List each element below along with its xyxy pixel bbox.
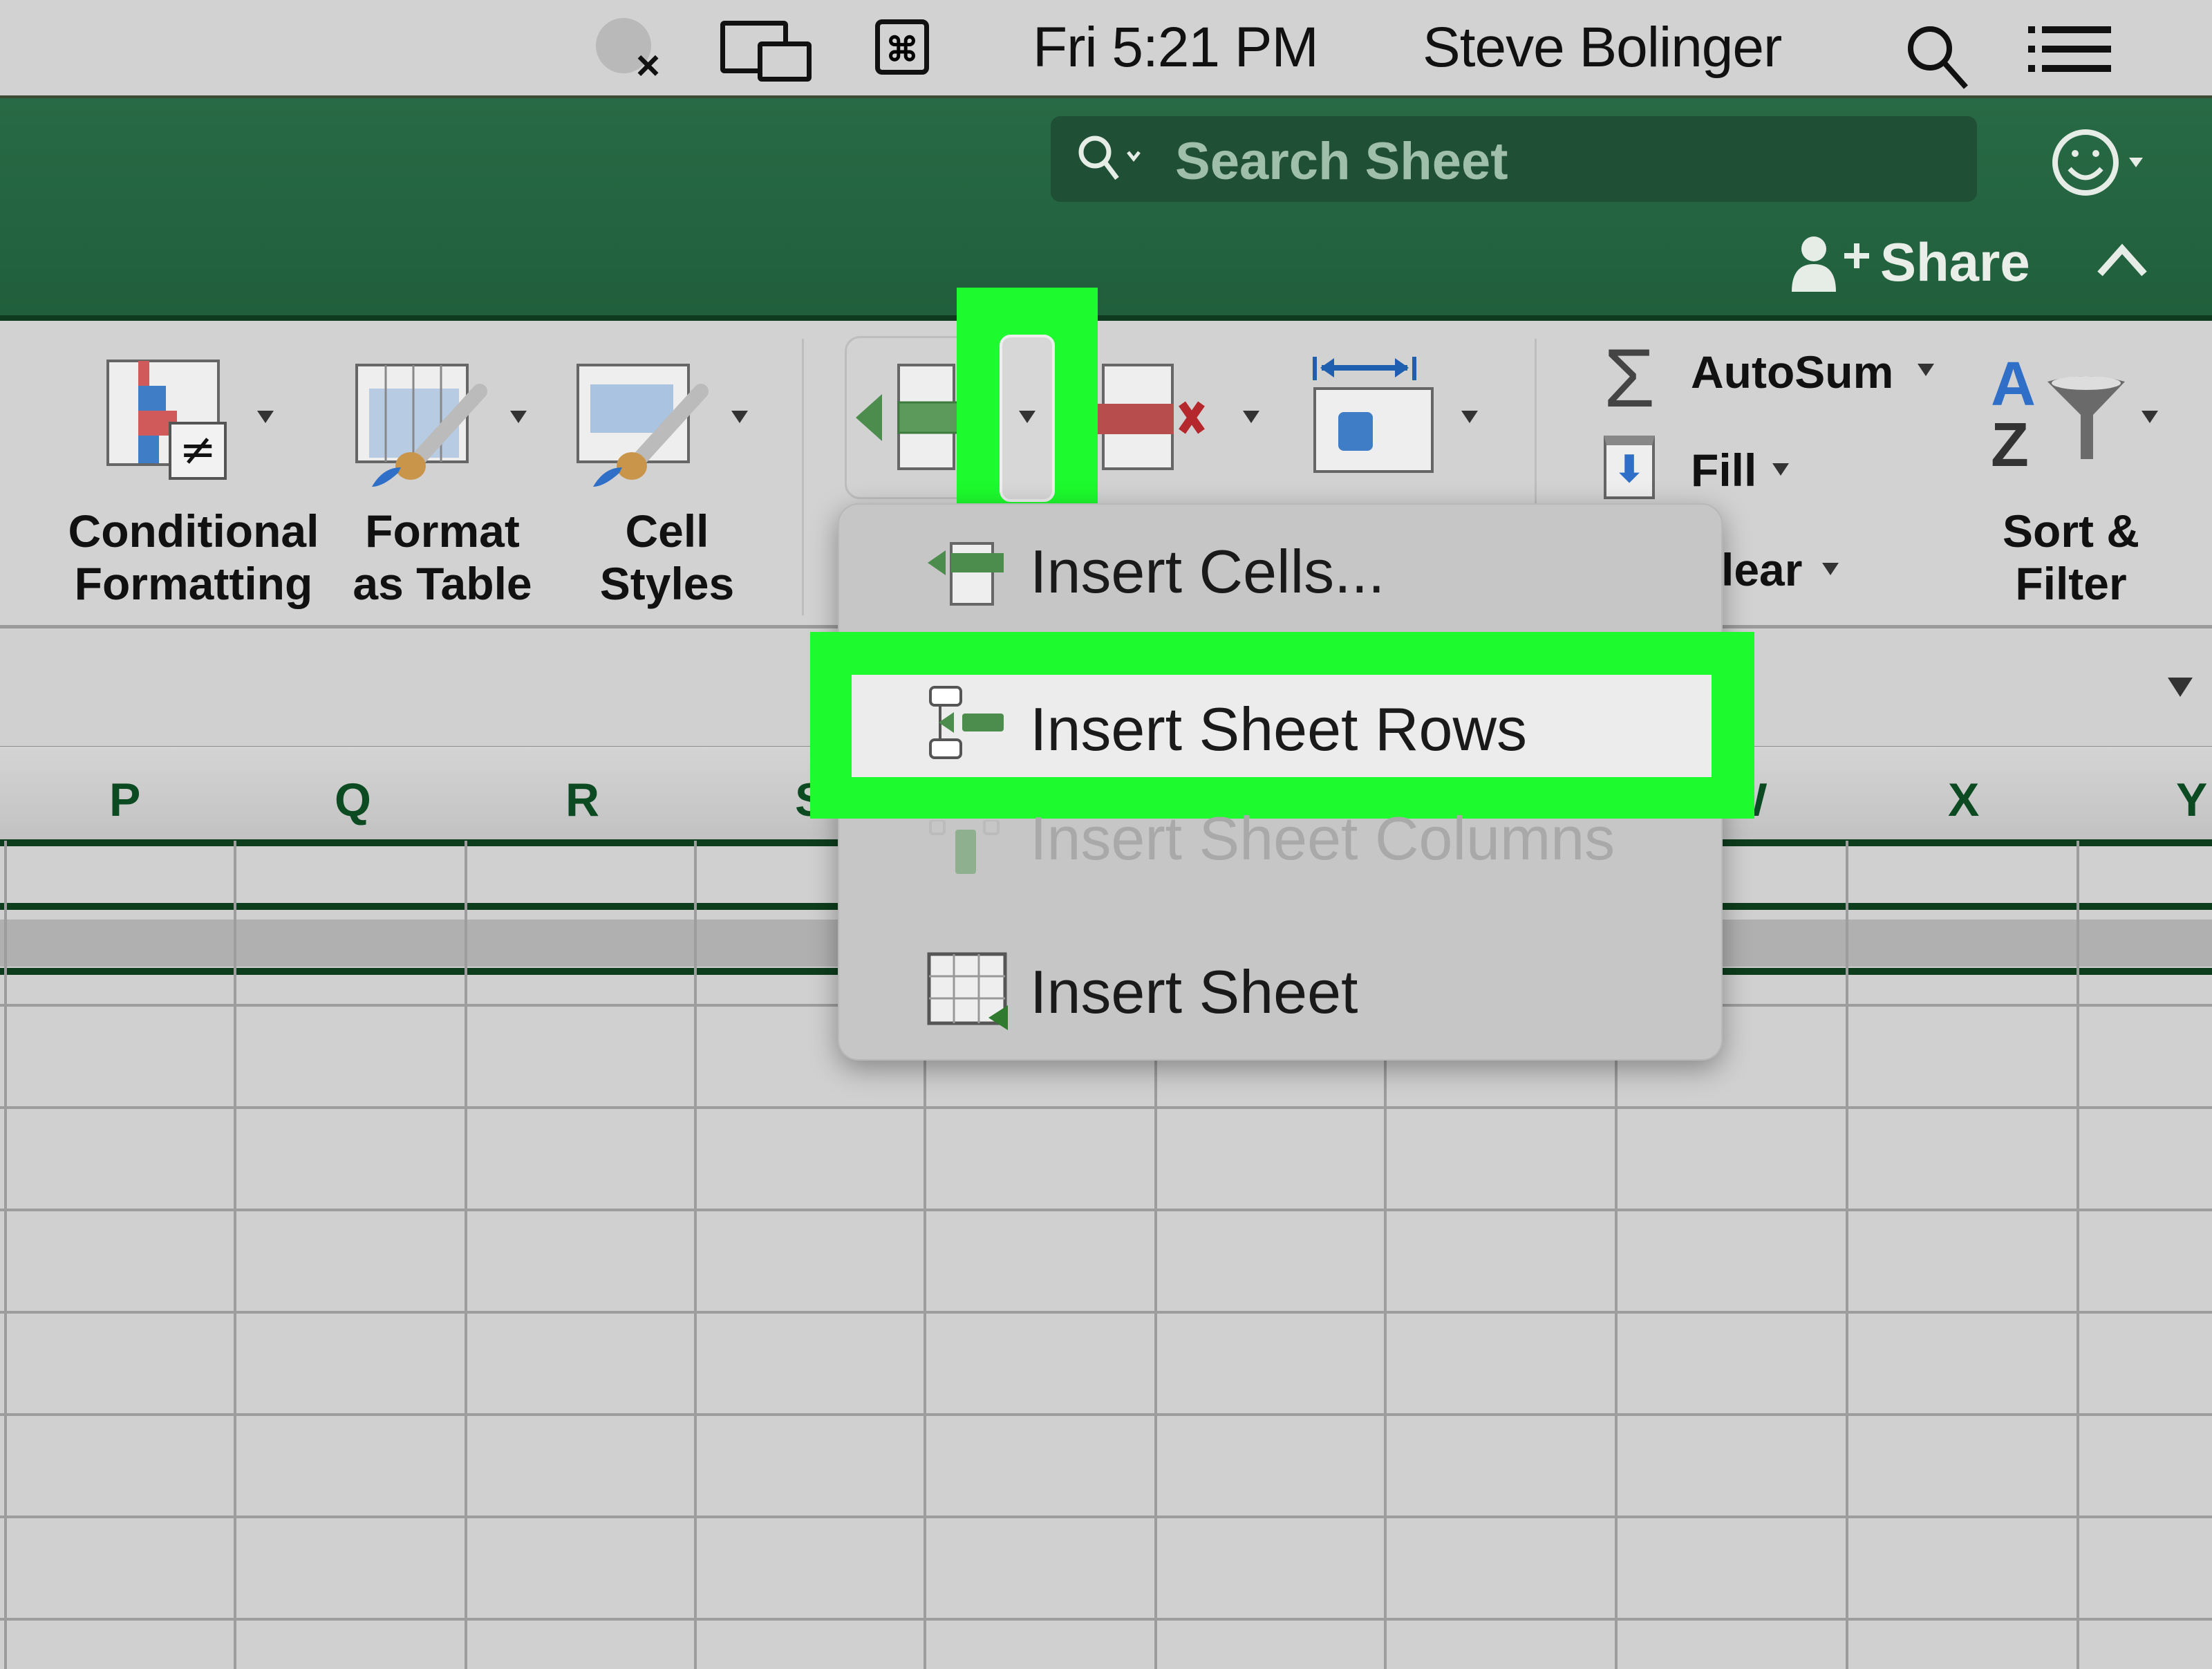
fill-button[interactable]: Fill — [1691, 444, 1756, 496]
clear-button[interactable]: lear — [1721, 543, 1802, 596]
column-header-x[interactable]: X — [1948, 773, 1979, 827]
cell-styles-label-2: Styles — [599, 558, 735, 609]
insert-cells-menu-icon — [926, 539, 1009, 612]
insert-sheet-menu-icon — [926, 951, 1016, 1038]
collapse-ribbon-chevron-icon[interactable] — [2094, 239, 2150, 284]
share-button[interactable]: Share — [1880, 231, 2030, 294]
menu-item-insert-cells[interactable]: Insert Cells... — [1030, 537, 1385, 607]
sort-filter-label-1: Sort & — [2003, 505, 2139, 557]
menu-item-insert-sheet[interactable]: Insert Sheet — [1030, 957, 1358, 1027]
sort-filter-label-2: Filter — [2015, 558, 2127, 609]
feedback-smiley-icon[interactable] — [2047, 124, 2151, 204]
cell-styles-label-1: Cell — [625, 505, 709, 557]
cell-styles-button[interactable]: Cell Styles — [567, 505, 767, 610]
sort-filter-button[interactable]: Sort & Filter — [1967, 505, 2175, 610]
format-cells-caret-icon[interactable] — [1461, 411, 1478, 423]
conditional-formatting-icon: ≠ — [106, 360, 245, 487]
format-as-table-label-2: as Table — [353, 558, 532, 609]
format-as-table-caret-icon[interactable] — [510, 411, 527, 423]
column-header-r[interactable]: R — [565, 773, 599, 827]
grid-row-line — [0, 1311, 2212, 1314]
grid-row-line — [0, 1413, 2212, 1416]
disabled-x-icon: × — [636, 42, 661, 88]
conditional-formatting-caret-icon[interactable] — [257, 411, 274, 423]
column-header-q[interactable]: Q — [335, 773, 371, 827]
menu-item-insert-sheet-columns: Insert Sheet Columns — [1030, 804, 1615, 873]
grid-column-line — [694, 841, 697, 1669]
delete-cells-icon[interactable] — [1098, 360, 1215, 481]
delete-cells-caret-icon[interactable] — [1243, 411, 1259, 423]
sort-filter-caret-icon[interactable] — [2141, 411, 2158, 423]
cell-styles-icon — [577, 364, 722, 492]
spotlight-search-icon[interactable] — [1902, 21, 1971, 93]
insert-dropdown-caret-icon — [1019, 411, 1035, 423]
insert-cells-icon — [854, 360, 965, 481]
grid-row-line — [0, 1106, 2212, 1109]
column-header-y[interactable]: Y — [2176, 773, 2207, 827]
screen-mirroring-icon-secondary — [758, 41, 812, 82]
autosum-caret-icon[interactable] — [1918, 364, 1934, 376]
insert-rows-menu-icon — [926, 684, 1009, 764]
menubar-clock[interactable]: Fri 5:21 PM — [1033, 15, 1319, 80]
grid-row-line — [0, 1516, 2212, 1518]
conditional-formatting-button[interactable]: Conditional Formatting — [62, 505, 325, 610]
insert-columns-menu-icon — [929, 819, 1005, 879]
grid-column-line — [465, 841, 467, 1669]
command-app-icon[interactable]: ⌘ — [875, 19, 929, 75]
grid-column-line — [2077, 841, 2079, 1669]
ribbon-separator — [802, 339, 804, 615]
menu-item-insert-sheet-rows[interactable]: Insert Sheet Rows — [1030, 694, 1527, 765]
column-header-p[interactable]: P — [109, 773, 140, 827]
fill-caret-icon[interactable] — [1772, 463, 1789, 476]
format-as-table-button[interactable]: Format as Table — [332, 505, 553, 610]
svg-text:≠: ≠ — [179, 425, 216, 476]
expand-formula-bar-icon[interactable] — [2168, 678, 2193, 697]
clear-caret-icon[interactable] — [1822, 563, 1839, 575]
format-as-table-icon — [355, 364, 500, 492]
format-as-table-label-1: Format — [365, 505, 520, 557]
add-person-icon — [1789, 232, 1872, 298]
notification-list-icon[interactable] — [2028, 25, 2111, 77]
grid-column-line — [234, 841, 236, 1669]
grid-column-line — [1846, 841, 1848, 1669]
conditional-formatting-label-1: Conditional — [68, 505, 319, 557]
sort-az-icon: AZ — [1991, 350, 2036, 480]
format-cells-icon[interactable] — [1311, 353, 1442, 481]
fill-down-icon: ⬇ — [1604, 436, 1655, 499]
search-placeholder: Search Sheet — [1175, 132, 1508, 191]
grid-row-line — [0, 1209, 2212, 1211]
filter-funnel-icon — [2045, 373, 2128, 467]
search-icon — [1074, 131, 1150, 190]
autosum-sigma-icon: Σ — [1604, 332, 1656, 425]
menubar-user[interactable]: Steve Bolinger — [1423, 15, 1782, 80]
conditional-formatting-label-2: Formatting — [74, 558, 313, 609]
grid-column-line — [4, 841, 7, 1669]
autosum-button[interactable]: AutoSum — [1691, 346, 1893, 398]
grid-row-line — [0, 1618, 2212, 1621]
cell-styles-caret-icon[interactable] — [731, 411, 748, 423]
